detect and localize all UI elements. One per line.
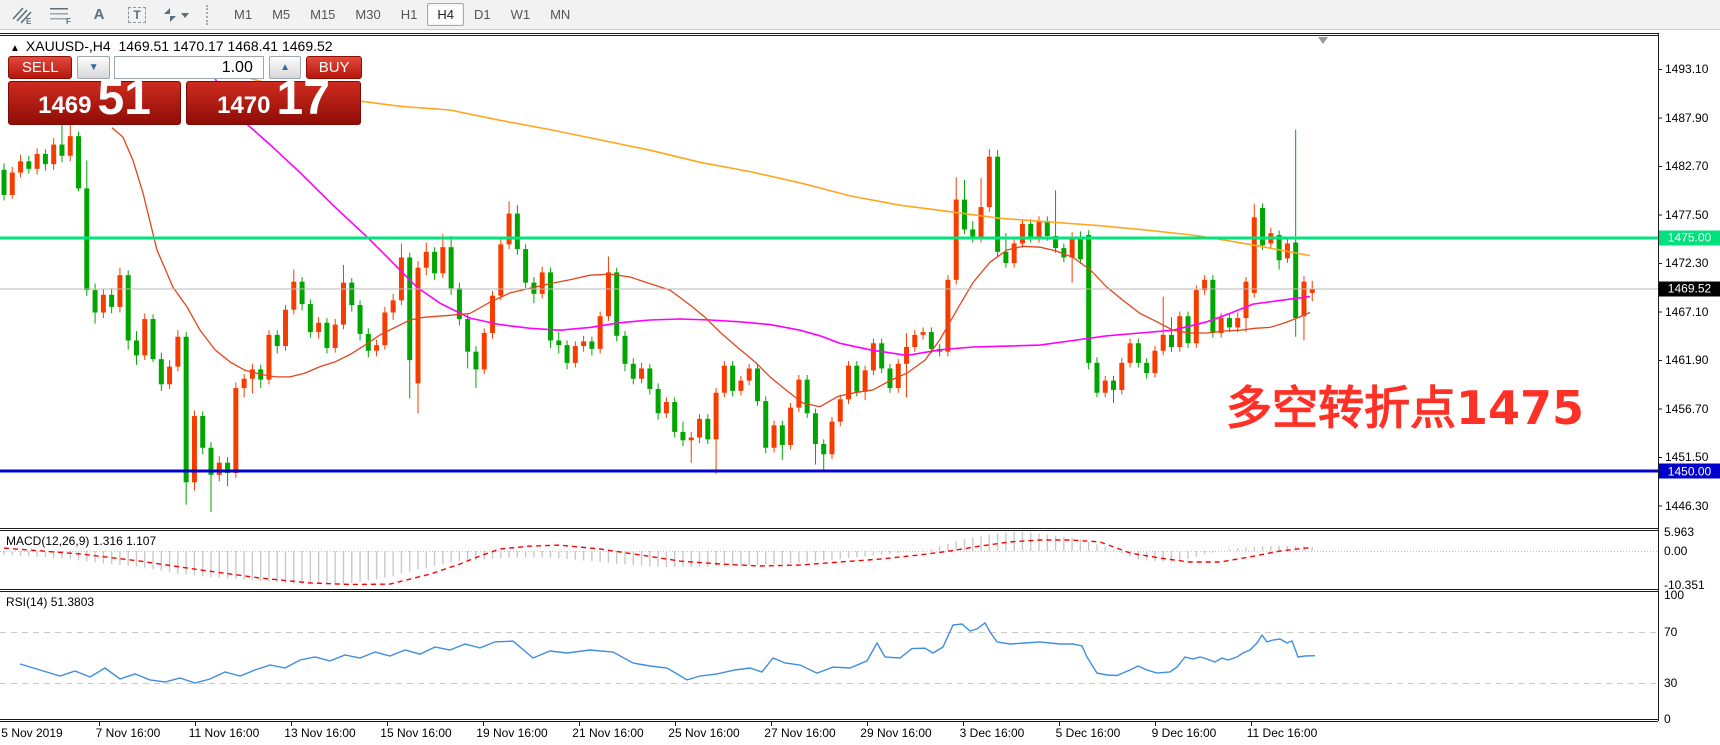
symbol-title: XAUUSD-,H4 [26, 38, 111, 54]
buy-price-box[interactable]: 1470 17 [186, 81, 361, 125]
symbol-ohlc: 1469.51 1470.17 1468.41 1469.52 [118, 38, 332, 54]
macd-label: MACD(12,26,9) 1.316 1.107 [6, 534, 156, 548]
sell-button[interactable]: SELL [8, 56, 72, 79]
mt4-window: E F A T M1M5M15M30H1H4D1W1MN ▲X [0, 0, 1720, 745]
sell-price-main: 1469 [38, 94, 91, 118]
candles [2, 122, 1315, 512]
rsi-line [20, 623, 1315, 683]
sell-price-pips: 51 [98, 75, 151, 123]
ma-mid-magenta [205, 60, 1310, 356]
price-pane [0, 60, 1658, 512]
buy-price-pips: 17 [277, 75, 330, 123]
buy-price-main: 1470 [217, 94, 270, 118]
trade-panel: SELL ▼ ▲ BUY 1469 51 1470 17 [8, 56, 362, 125]
macd-pane [0, 532, 1658, 585]
rsi-pane [0, 623, 1658, 684]
chart-annotation: 多空转折点1475 [1226, 372, 1584, 438]
sell-price-box[interactable]: 1469 51 [8, 81, 181, 125]
chart-shift-marker-icon [1318, 37, 1328, 44]
chart-symbol-header: ▲ XAUUSD-,H4 1469.51 1470.17 1468.41 1469… [10, 38, 333, 54]
ma-slow-orange [250, 78, 1310, 255]
rsi-label: RSI(14) 51.3803 [6, 595, 94, 609]
symbol-marker-icon: ▲ [10, 43, 20, 54]
